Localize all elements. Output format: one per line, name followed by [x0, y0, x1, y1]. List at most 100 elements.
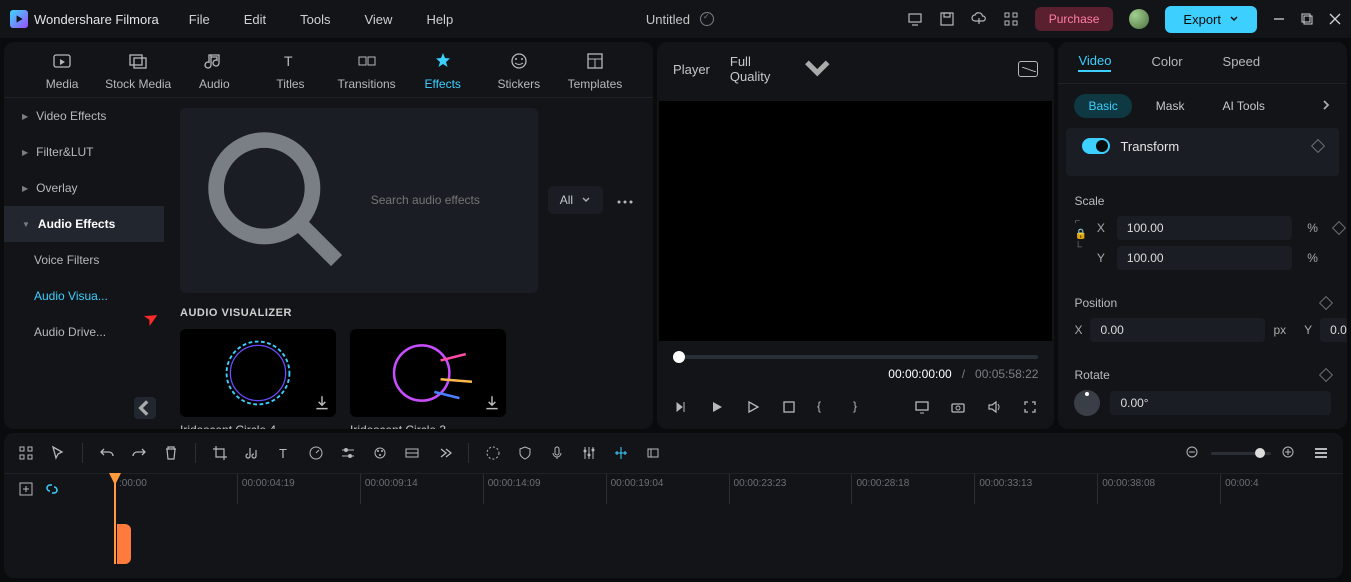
redo-icon[interactable] [131, 445, 147, 461]
purchase-button[interactable]: Purchase [1035, 7, 1114, 31]
marker-icon[interactable] [645, 445, 661, 461]
user-avatar[interactable] [1129, 9, 1149, 29]
cat-video-effects[interactable]: ▶Video Effects [4, 98, 164, 134]
tab-templates[interactable]: Templates [557, 51, 633, 91]
adjust-icon[interactable] [340, 445, 356, 461]
cat-filter-lut[interactable]: ▶Filter&LUT [4, 134, 164, 170]
insp-tab-speed[interactable]: Speed [1223, 54, 1261, 71]
tab-media[interactable]: Media [24, 51, 100, 91]
device-icon[interactable] [907, 11, 923, 27]
playhead[interactable] [114, 474, 116, 564]
mixer-icon[interactable] [581, 445, 597, 461]
export-button[interactable]: Export [1165, 6, 1257, 33]
camera-icon[interactable] [950, 399, 966, 415]
subtab-basic[interactable]: Basic [1074, 94, 1131, 118]
search-input[interactable] [371, 193, 526, 207]
keyframe-diamond-icon[interactable] [1319, 296, 1333, 310]
magnet-snap-icon[interactable] [613, 445, 629, 461]
color-icon[interactable] [372, 445, 388, 461]
maximize-button[interactable] [1301, 13, 1313, 25]
text-icon[interactable]: T [276, 445, 292, 461]
scale-x-input[interactable] [1117, 216, 1292, 240]
display-icon[interactable] [914, 399, 930, 415]
fullscreen-icon[interactable] [1022, 399, 1038, 415]
collapse-sidebar-button[interactable] [134, 397, 156, 419]
link-xy-icon[interactable]: ⌐🔒└ [1074, 216, 1086, 253]
mark-out-button[interactable]: } [853, 399, 869, 415]
sub-audio-driven[interactable]: Audio Drive... [4, 314, 164, 350]
download-icon[interactable] [483, 394, 501, 412]
insp-tab-color[interactable]: Color [1151, 54, 1182, 71]
pos-y-input[interactable] [1320, 318, 1347, 342]
tabs-scroll-right[interactable] [1321, 98, 1331, 115]
more-tools-icon[interactable] [436, 445, 452, 461]
play-button[interactable] [709, 399, 725, 415]
more-options-button[interactable] [613, 189, 637, 211]
minimize-button[interactable] [1273, 13, 1285, 25]
snapshot-icon[interactable] [1018, 61, 1038, 77]
menu-view[interactable]: View [364, 12, 392, 27]
render-icon[interactable] [404, 445, 420, 461]
tab-titles[interactable]: TTitles [252, 51, 328, 91]
scrubber-handle[interactable] [673, 351, 685, 363]
tab-stickers[interactable]: Stickers [481, 51, 557, 91]
volume-icon[interactable] [986, 399, 1002, 415]
close-button[interactable] [1329, 13, 1341, 25]
shield-icon[interactable] [517, 445, 533, 461]
filter-dropdown[interactable]: All [548, 186, 603, 214]
subtab-ai-tools[interactable]: AI Tools [1208, 94, 1278, 118]
cat-audio-effects[interactable]: ▼Audio Effects [4, 206, 164, 242]
menu-file[interactable]: File [189, 12, 210, 27]
clip[interactable] [117, 524, 131, 564]
cloud-upload-icon[interactable] [971, 11, 987, 27]
timeline-ruler[interactable]: :00:00 00:00:04:19 00:00:09:14 00:00:14:… [114, 474, 1343, 504]
mic-icon[interactable] [549, 445, 565, 461]
select-grid-icon[interactable] [18, 445, 34, 461]
apps-grid-icon[interactable] [1003, 11, 1019, 27]
save-icon[interactable] [939, 11, 955, 27]
scale-y-input[interactable] [1117, 246, 1292, 270]
speed-icon[interactable] [308, 445, 324, 461]
transform-toggle[interactable] [1082, 138, 1110, 154]
crop-icon[interactable] [212, 445, 228, 461]
add-track-icon[interactable] [18, 481, 34, 497]
download-icon[interactable] [313, 394, 331, 412]
track-view-icon[interactable] [1313, 445, 1329, 461]
keyframe-diamond-icon[interactable] [1311, 139, 1325, 153]
zoom-slider[interactable] [1185, 445, 1297, 461]
delete-icon[interactable] [163, 445, 179, 461]
play-forward-button[interactable] [745, 399, 761, 415]
quality-dropdown[interactable]: Full Quality [730, 52, 835, 87]
zoom-out-icon[interactable] [1185, 445, 1201, 461]
search-box[interactable] [180, 108, 538, 293]
cloud-sync-icon[interactable] [700, 12, 714, 26]
menu-help[interactable]: Help [426, 12, 453, 27]
keyframe-diamond-icon[interactable] [1319, 368, 1333, 382]
scrubber-track[interactable] [673, 355, 1038, 359]
undo-icon[interactable] [99, 445, 115, 461]
sub-voice-filters[interactable]: Voice Filters [4, 242, 164, 278]
tab-stock-media[interactable]: Stock Media [100, 51, 176, 91]
tab-transitions[interactable]: Transitions [329, 51, 405, 91]
tab-effects[interactable]: Effects [405, 51, 481, 91]
keyframe-diamond-icon[interactable] [1332, 221, 1346, 235]
tab-audio[interactable]: Audio [176, 51, 252, 91]
rotate-input[interactable] [1110, 391, 1331, 415]
prev-frame-button[interactable] [673, 399, 689, 415]
split-audio-icon[interactable] [244, 445, 260, 461]
timeline-tracks[interactable] [4, 504, 1343, 578]
pos-x-input[interactable] [1090, 318, 1265, 342]
effect-card[interactable]: Iridescent Circle 4 [180, 329, 336, 429]
cursor-icon[interactable] [50, 445, 66, 461]
cat-overlay[interactable]: ▶Overlay [4, 170, 164, 206]
preview-viewport[interactable] [659, 101, 1052, 341]
menu-tools[interactable]: Tools [300, 12, 330, 27]
insp-tab-video[interactable]: Video [1078, 53, 1111, 72]
sub-audio-visualizer[interactable]: Audio Visua... [4, 278, 164, 314]
effect-card[interactable]: Iridescent Circle 3 [350, 329, 506, 429]
marker-star-icon[interactable] [485, 445, 501, 461]
subtab-mask[interactable]: Mask [1142, 94, 1199, 118]
zoom-in-icon[interactable] [1281, 445, 1297, 461]
stop-button[interactable] [781, 399, 797, 415]
mark-in-button[interactable]: { [817, 399, 833, 415]
